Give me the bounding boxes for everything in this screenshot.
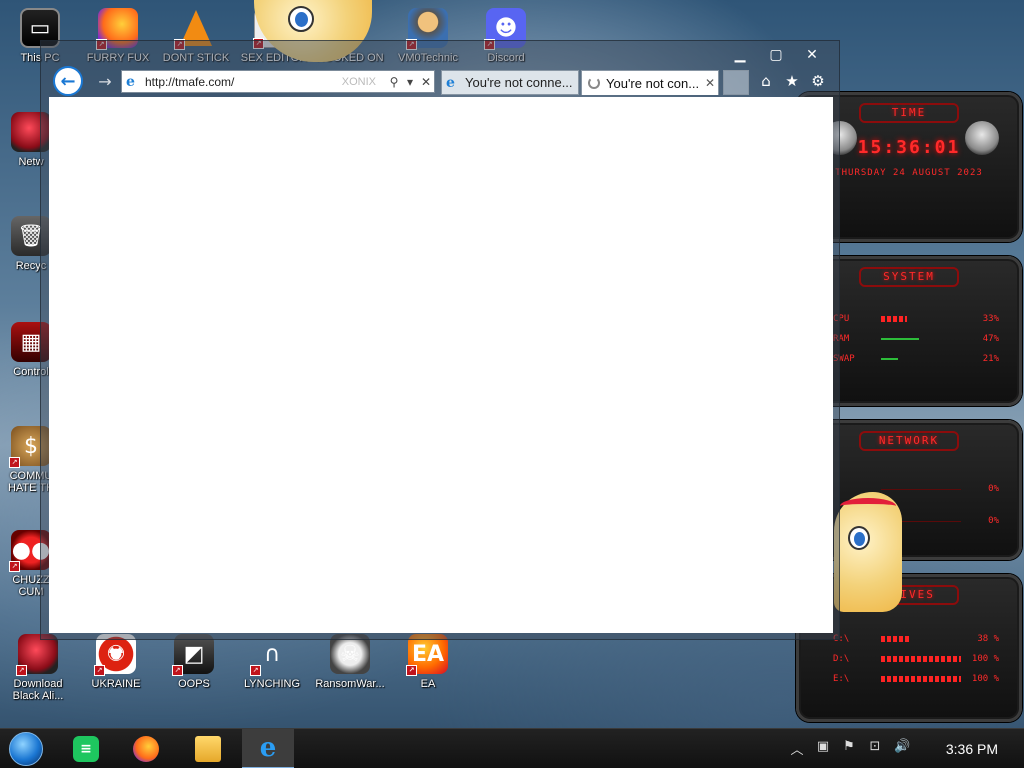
taskbar-app-sheets[interactable]: ≡ (60, 729, 112, 768)
oops-icon: ◩ ↗ (172, 634, 214, 676)
ie-favicon-icon: e (446, 74, 455, 91)
browser-tools: ⌂ ★ ⚙ (757, 71, 827, 91)
page-content[interactable] (49, 97, 833, 633)
taskbar-app-internet-explorer[interactable]: e (242, 729, 294, 768)
tab-title: You're not conne... (465, 75, 573, 90)
swap-bar (881, 356, 961, 362)
tab-close-icon[interactable]: ✕ (702, 76, 718, 90)
desktop-icon-label: LYNCHING (243, 678, 301, 690)
home-icon[interactable]: ⌂ (757, 71, 775, 91)
tab-not-connected-1[interactable]: e You're not conne... (441, 70, 579, 95)
ie-favicon-icon: e (126, 73, 135, 90)
browser-window: ▁ ▢ ✕ ← → e http://tmafe.com/ XONIX ⚲ ▾ … (40, 40, 840, 640)
drive-c-bar-fill (881, 636, 912, 642)
swap-bar-fill (881, 358, 898, 360)
forward-arrow-icon: → (98, 71, 112, 91)
stop-icon[interactable]: ✕ (418, 75, 434, 89)
cpu-value: 33% (982, 314, 999, 324)
system-gadget-header: SYSTEM (859, 267, 959, 287)
minimize-button[interactable]: ▁ (727, 45, 753, 65)
settings-gear-icon[interactable]: ⚙ (809, 71, 827, 91)
radiation-icon: ☢ ↗ (94, 634, 136, 676)
drive-c-value: 38 % (977, 634, 999, 644)
tab-title: You're not con... (606, 75, 700, 91)
green-notes-icon: ≡ (73, 736, 99, 762)
folder-icon (195, 736, 221, 762)
taskbar: ≡ e ︿ ▣ ⚑ ⊡ 🔊 3:36 PM (0, 728, 1024, 768)
network-status-icon[interactable]: ⊡ (868, 739, 882, 758)
desktop-icon-oops[interactable]: ◩ ↗ OOPS (156, 634, 232, 690)
drive-e-bar-fill (881, 676, 961, 682)
ram-value: 47% (982, 334, 999, 344)
alien-head-icon (965, 121, 999, 155)
drive-d-bar (881, 656, 961, 662)
start-button[interactable] (0, 729, 52, 768)
desktop-icon-lynching[interactable]: ∩ ↗ LYNCHING (234, 634, 310, 691)
cpu-bar (881, 316, 961, 322)
forward-button[interactable]: → (95, 71, 115, 91)
taskbar-app-firefox[interactable] (120, 729, 172, 768)
search-ghost-text: XONIX (341, 75, 376, 88)
loading-spinner-icon (588, 77, 600, 89)
drive-d-label: D:\ (833, 654, 850, 664)
ram-bar-fill (881, 338, 919, 340)
desktop-icon-download-black-alien[interactable]: ↗ Download Black Ali... (0, 634, 76, 702)
tab-not-connected-2[interactable]: You're not con... ✕ (581, 70, 719, 95)
firefox-icon (133, 736, 159, 762)
drive-e-row: E:\ 100 % (799, 669, 1019, 689)
internet-explorer-icon: e (259, 733, 277, 763)
desktop-icon-ukraine[interactable]: ☢ ↗ UKRAINE (78, 634, 154, 690)
time-gadget-header: TIME (859, 103, 959, 123)
ea-icon: EA ↗ (406, 634, 448, 676)
drive-d-row: D:\ 100 % (799, 649, 1019, 669)
desktop-icon-ransomware[interactable]: ☠ RansomWar... (312, 634, 388, 690)
desktop-icon-label: EA (420, 678, 436, 690)
drive-d-value: 100 % (971, 654, 999, 664)
cartoon-eye-icon (848, 526, 870, 550)
network-down-value: 0% (988, 516, 999, 526)
alien-orb-icon: ↗ (16, 634, 58, 676)
favorites-star-icon[interactable]: ★ (783, 71, 801, 91)
swap-value: 21% (982, 354, 999, 364)
start-orb-icon (9, 732, 43, 766)
network-line (881, 489, 961, 490)
tray-app-icon[interactable]: ▣ (816, 739, 830, 758)
network-gadget-header: NETWORK (859, 431, 959, 451)
cartoon-horns-icon (840, 498, 896, 514)
ram-bar (881, 336, 961, 342)
close-button[interactable]: ✕ (799, 45, 825, 65)
volume-icon[interactable]: 🔊 (894, 739, 910, 758)
dropdown-icon[interactable]: ▾ (402, 75, 418, 89)
search-icon[interactable]: ⚲ (386, 75, 402, 89)
new-tab-button[interactable] (723, 70, 749, 95)
maximize-button[interactable]: ▢ (763, 45, 789, 65)
noose-icon: ∩ ↗ (250, 634, 292, 676)
drive-e-label: E:\ (833, 674, 850, 684)
address-url: http://tmafe.com/ (145, 74, 235, 89)
window-controls: ▁ ▢ ✕ (727, 45, 825, 65)
cartoon-eye-icon (288, 6, 314, 32)
show-hidden-icons-chevron-icon[interactable]: ︿ (790, 739, 804, 758)
desktop-icon-ea[interactable]: EA ↗ EA (390, 634, 466, 690)
desktop-icon-label: UKRAINE (91, 678, 141, 690)
address-bar[interactable]: e http://tmafe.com/ XONIX ⚲ ▾ ✕ (121, 70, 435, 93)
cartoon-character-overlay (834, 492, 902, 612)
desktop-icon-label: OOPS (178, 678, 210, 690)
taskbar-clock[interactable]: 3:36 PM (946, 741, 998, 757)
desktop-icon-label: RansomWar... (315, 678, 385, 690)
drive-c-bar (881, 636, 961, 642)
cpu-bar-fill (881, 316, 908, 322)
back-button[interactable]: ← (53, 66, 83, 96)
drive-d-bar-fill (881, 656, 961, 662)
desktop-icon-label: Download Black Ali... (12, 678, 64, 702)
drive-e-bar (881, 676, 961, 682)
action-center-flag-icon[interactable]: ⚑ (842, 739, 856, 758)
network-up-value: 0% (988, 484, 999, 494)
skull-icon: ☠ (330, 634, 370, 674)
taskbar-app-explorer[interactable] (182, 729, 234, 768)
system-tray: ︿ ▣ ⚑ ⊡ 🔊 (790, 739, 910, 758)
drive-e-value: 100 % (971, 674, 999, 684)
back-arrow-icon: ← (60, 70, 76, 92)
